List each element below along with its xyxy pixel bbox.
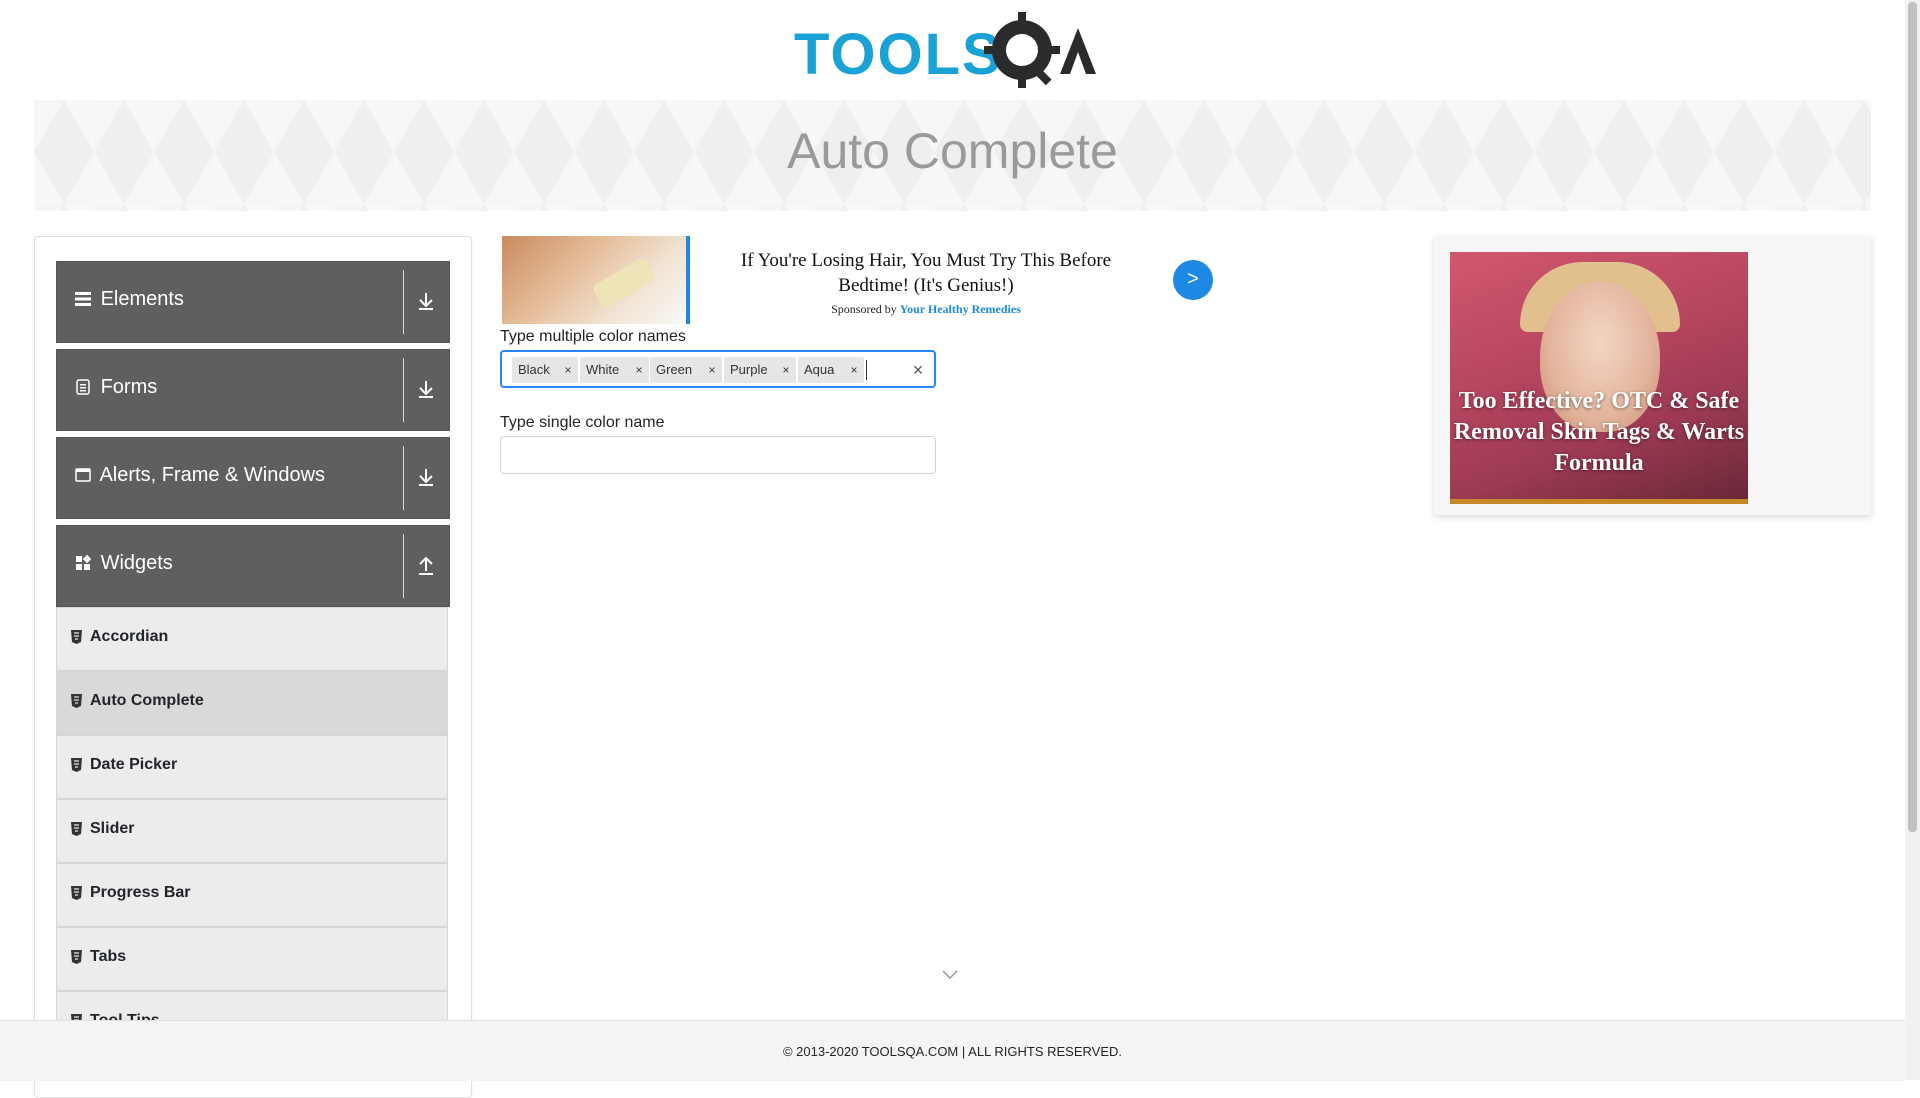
divider: [403, 270, 404, 334]
sidebar: Elements Forms Alerts, Frame & Windows W…: [34, 236, 472, 1098]
ad-right-text[interactable]: Too Effective? OTC & Safe Removal Skin T…: [1450, 386, 1748, 479]
ad-image: [502, 236, 690, 324]
chip-remove-icon[interactable]: ×: [558, 357, 578, 383]
divider: [403, 534, 404, 598]
download-icon[interactable]: [409, 374, 443, 404]
sponsored-prefix: Sponsored by: [831, 302, 897, 316]
scrollbar-thumb[interactable]: [1908, 2, 1917, 832]
sidebar-item-label: Progress Bar: [90, 884, 191, 901]
sidebar-item-label: Date Picker: [90, 756, 178, 773]
sidebar-item-auto-complete[interactable]: Auto Complete: [56, 671, 448, 735]
chip-label: Aqua: [804, 362, 835, 377]
sidebar-item-slider[interactable]: Slider: [56, 799, 448, 863]
sidebar-group-alerts[interactable]: Alerts, Frame & Windows: [56, 437, 450, 519]
download-icon[interactable]: [409, 462, 443, 492]
single-color-label: Type single color name: [500, 414, 665, 431]
chip-label: Purple: [730, 362, 768, 377]
chip-remove-icon[interactable]: ×: [629, 357, 649, 383]
html5-icon: [71, 822, 82, 836]
chip-remove-icon[interactable]: ×: [776, 357, 796, 383]
html5-icon: [71, 694, 82, 708]
upload-icon[interactable]: [409, 550, 443, 580]
document-icon: [76, 379, 90, 395]
sponsor-name[interactable]: Your Healthy Remedies: [900, 302, 1021, 316]
toolsqa-logo[interactable]: TOOLS: [792, 12, 1116, 92]
html5-icon: [71, 630, 82, 644]
sidebar-group-forms[interactable]: Forms: [56, 349, 450, 431]
sidebar-item-label: Slider: [90, 820, 135, 837]
vertical-scrollbar[interactable]: [1905, 0, 1920, 1080]
html5-icon: [71, 950, 82, 964]
ad-arrow-button[interactable]: >: [1173, 260, 1213, 300]
sidebar-item-accordian[interactable]: Accordian: [56, 607, 448, 671]
widgets-icon: [76, 555, 91, 570]
ad-sponsor-line: Sponsored by Your Healthy Remedies: [716, 302, 1136, 317]
single-color-input[interactable]: [500, 436, 936, 474]
sidebar-group-label: Widgets: [100, 552, 173, 574]
multi-color-label: Type multiple color names: [500, 328, 686, 345]
html5-icon: [71, 758, 82, 772]
sidebar-item-label: Accordian: [90, 628, 169, 645]
sidebar-item-progress-bar[interactable]: Progress Bar: [56, 863, 448, 927]
clear-icon[interactable]: ×: [908, 357, 928, 383]
multi-color-input[interactable]: Black × White × Green × Purple × Aqua × …: [500, 350, 936, 388]
page-title: Auto Complete: [787, 123, 1118, 179]
sidebar-group-widgets[interactable]: Widgets: [56, 525, 450, 607]
text-caret: [866, 360, 867, 380]
page-banner: Auto Complete: [34, 100, 1871, 211]
chip-remove-icon[interactable]: ×: [844, 357, 864, 383]
divider: [403, 446, 404, 510]
sidebar-group-label: Elements: [100, 288, 184, 310]
ad-headline[interactable]: If You're Losing Hair, You Must Try This…: [716, 248, 1136, 298]
chevron-down-icon[interactable]: [942, 970, 958, 980]
hamburger-icon: [75, 292, 91, 306]
color-chip: Black ×: [512, 357, 578, 383]
color-chip: Green ×: [650, 357, 722, 383]
window-icon: [75, 468, 91, 482]
page: TOOLS Auto Complete Elements Forms Alert…: [0, 0, 1905, 1098]
chip-label: White: [586, 362, 620, 377]
download-icon[interactable]: [409, 286, 443, 316]
color-chip: Aqua ×: [798, 357, 864, 383]
footer: © 2013-2020 TOOLSQA.COM | ALL RIGHTS RES…: [0, 1020, 1905, 1081]
sidebar-group-label: Forms: [100, 376, 158, 398]
sidebar-group-label: Alerts, Frame & Windows: [99, 464, 326, 486]
sidebar-group-elements[interactable]: Elements: [56, 261, 450, 343]
footer-copyright: © 2013-2020 TOOLSQA.COM | ALL RIGHTS RES…: [782, 1044, 1123, 1059]
sidebar-item-label: Auto Complete: [90, 692, 204, 709]
color-chip: Purple ×: [724, 357, 796, 383]
sidebar-ad[interactable]: Too Effective? OTC & Safe Removal Skin T…: [1434, 236, 1871, 515]
svg-text:TOOLS: TOOLS: [794, 22, 1003, 87]
sidebar-item-label: Tabs: [90, 948, 127, 965]
divider: [403, 358, 404, 422]
chip-remove-icon[interactable]: ×: [702, 357, 722, 383]
html5-icon: [71, 886, 82, 900]
chip-label: Green: [656, 362, 693, 377]
chip-label: Black: [518, 362, 550, 377]
color-chip: White ×: [580, 357, 649, 383]
sidebar-item-tabs[interactable]: Tabs: [56, 927, 448, 991]
sponsored-ad[interactable]: If You're Losing Hair, You Must Try This…: [500, 236, 1215, 326]
sidebar-item-date-picker[interactable]: Date Picker: [56, 735, 448, 799]
